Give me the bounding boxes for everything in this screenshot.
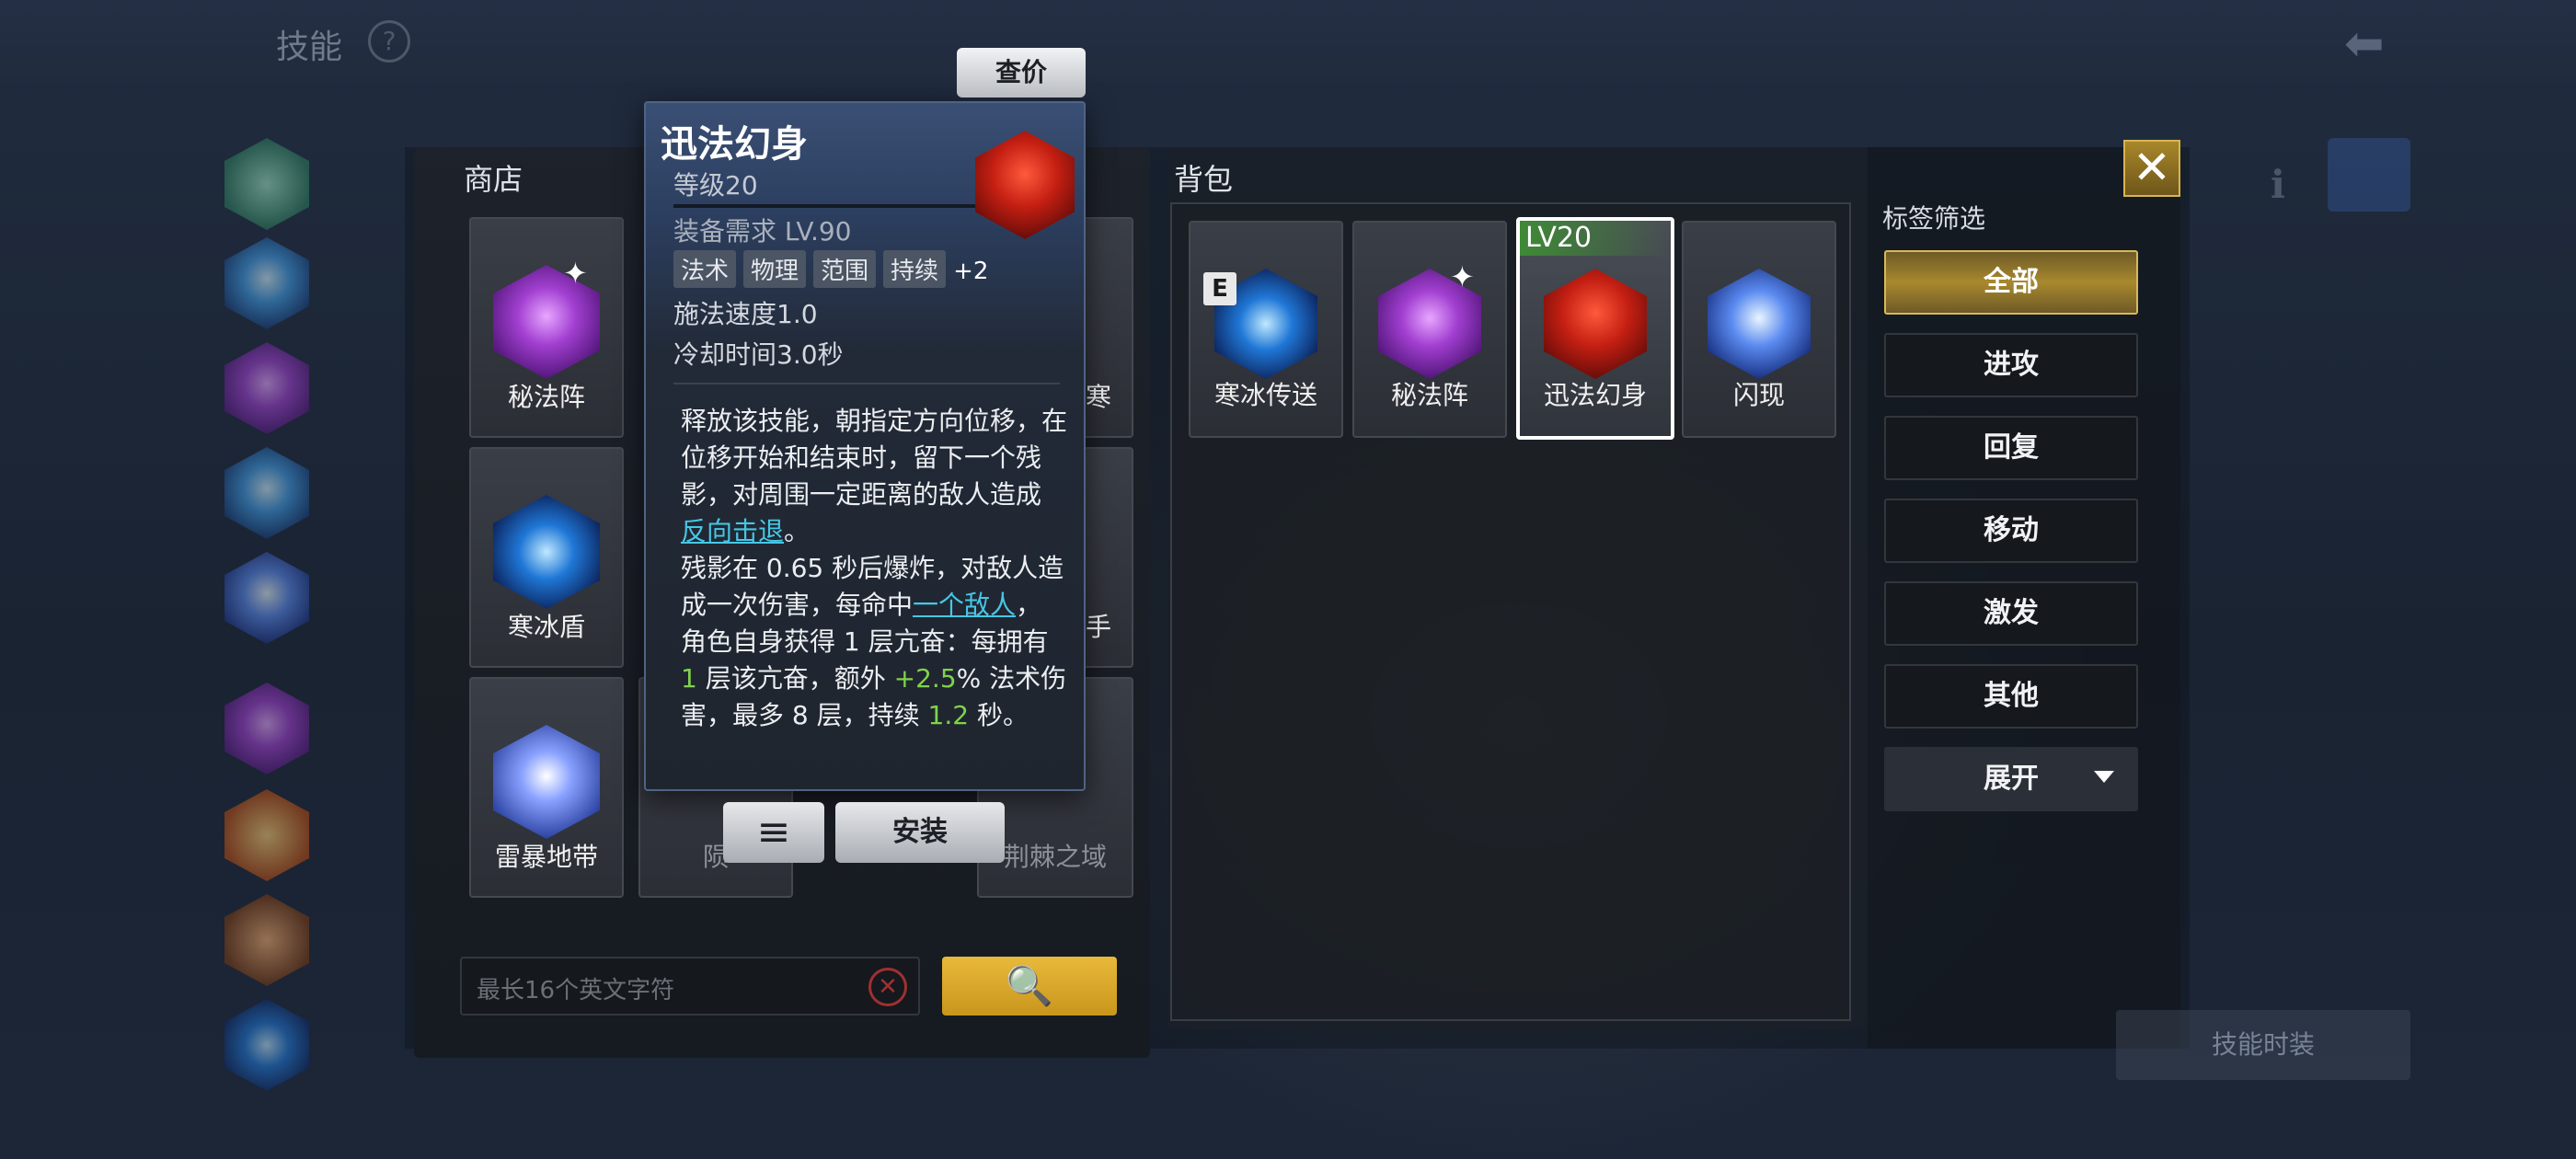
tag: 法术	[673, 250, 737, 288]
desc-number: 1.2	[927, 700, 970, 730]
filter-attack-button[interactable]: 进攻	[1884, 333, 2138, 397]
shop-card-label: 秘法阵	[507, 382, 585, 412]
swift-phantom-icon	[975, 131, 1075, 239]
tooltip-requirement: 装备需求 LV.90	[673, 216, 852, 247]
tag-row: 法术 物理 范围 持续 +2	[673, 250, 988, 288]
level-bar	[673, 204, 977, 208]
tooltip-level: 等级20	[673, 170, 758, 201]
filter-recover-button[interactable]: 回复	[1884, 416, 2138, 480]
shop-card-label: 寒冰盾	[507, 612, 585, 642]
help-icon[interactable]: ?	[368, 20, 410, 63]
search-input[interactable]: 最长16个英文字符	[460, 957, 920, 1016]
star-icon: ✦	[563, 256, 588, 291]
ice-shield-icon	[493, 495, 600, 609]
shop-card-thunderstorm[interactable]: 雷暴地带	[469, 677, 624, 898]
tags-more[interactable]: +2	[953, 258, 988, 285]
swift-phantom-icon	[1544, 269, 1647, 379]
filter-title: 标签筛选	[1882, 203, 1986, 234]
knockback-link[interactable]: 反向击退	[681, 516, 784, 546]
star-icon: ✦	[1450, 259, 1475, 294]
shop-card-arcane-array[interactable]: ✦ 秘法阵	[469, 217, 624, 438]
divider	[673, 383, 1060, 384]
desc-text: 秒。	[969, 700, 1029, 730]
back-arrow-icon[interactable]: ⬅	[2344, 17, 2385, 72]
shop-card-ice-shield[interactable]: 寒冰盾	[469, 447, 624, 668]
tag: 持续	[883, 250, 947, 288]
clear-icon[interactable]: ✕	[868, 968, 907, 1006]
top-title: 技能	[276, 29, 343, 66]
one-enemy-link[interactable]: 一个敌人	[913, 590, 1016, 620]
check-price-button[interactable]: 查价	[957, 48, 1086, 98]
tooltip-cooldown: 冷却时间3.0秒	[673, 339, 844, 370]
filter-other-button[interactable]: 其他	[1884, 664, 2138, 729]
desc-text: 层该亢奋，额外	[696, 663, 894, 694]
close-button[interactable]: ✕	[2123, 140, 2180, 197]
tooltip-skill-name: 迅法幻身	[661, 123, 808, 166]
tooltip-cast-speed: 施法速度1.0	[673, 299, 818, 329]
shop-card-label: 雷暴地带	[494, 842, 598, 872]
bag-card-label: 秘法阵	[1390, 380, 1468, 410]
filter-trigger-button[interactable]: 激发	[1884, 581, 2138, 646]
info-icon[interactable]: ℹ	[2271, 162, 2285, 207]
bag-card-arcane-array[interactable]: ✦ 秘法阵	[1352, 221, 1507, 438]
tag: 范围	[813, 250, 877, 288]
level-badge: LV20	[1520, 221, 1671, 256]
bag-card-label: 寒冰传送	[1213, 380, 1317, 410]
filter-all-button[interactable]: 全部	[1884, 250, 2138, 315]
desc-number: 1	[681, 663, 697, 694]
shop-title: 商店	[464, 162, 523, 197]
tag: 物理	[743, 250, 807, 288]
filter-move-button[interactable]: 移动	[1884, 499, 2138, 563]
equip-badge: E	[1203, 272, 1236, 305]
desc-text: 释放该技能，朝指定方向位移，在位移开始和结束时，留下一个残影，对周围一定距离的敌…	[681, 406, 1068, 510]
skill-costume-button[interactable]: 技能时装	[2116, 1010, 2410, 1080]
desc-text: 。	[784, 516, 811, 546]
emblem-icon	[2328, 138, 2410, 212]
search-button[interactable]: 🔍	[942, 957, 1117, 1016]
bag-title: 背包	[1174, 162, 1234, 197]
bag-card-ice-teleport[interactable]: E 寒冰传送	[1189, 221, 1343, 438]
flash-icon	[1708, 269, 1811, 379]
bag-card-label: 迅法幻身	[1543, 380, 1647, 410]
bag-card-flash[interactable]: 闪现	[1682, 221, 1836, 438]
desc-number: +2.5	[893, 663, 957, 694]
skill-tooltip: 迅法幻身 等级20 装备需求 LV.90 法术 物理 范围 持续 +2 施法速度1.0 …	[644, 101, 1086, 791]
chevron-down-icon	[2094, 771, 2114, 783]
bag-card-label: 闪现	[1732, 380, 1785, 410]
menu-icon[interactable]: ≡	[723, 802, 824, 863]
tooltip-description: 释放该技能，朝指定方向位移，在位移开始和结束时，留下一个残影，对周围一定距离的敌…	[681, 403, 1067, 734]
install-button[interactable]: 安装	[835, 802, 1005, 863]
bag-card-swift-phantom[interactable]: LV20 迅法幻身	[1516, 217, 1674, 440]
thunderstorm-zone-icon	[493, 725, 600, 839]
